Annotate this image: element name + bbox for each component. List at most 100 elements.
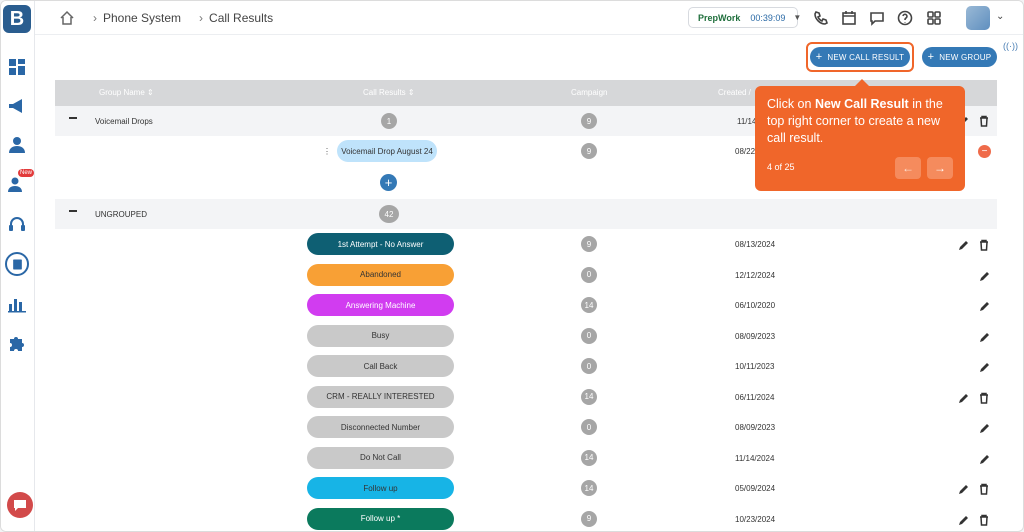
user-avatar[interactable] (966, 6, 990, 30)
edit-icon[interactable] (979, 330, 991, 342)
tour-prev-button[interactable]: ← (895, 157, 921, 179)
group-name: Voicemail Drops (95, 117, 153, 126)
table-row: CRM - REALLY INTERESTED 14 06/11/2024 (55, 381, 997, 412)
edit-icon[interactable] (958, 513, 970, 525)
integrations-puzzle-icon[interactable] (6, 332, 28, 354)
messages-icon[interactable] (869, 10, 885, 26)
help-icon[interactable] (897, 10, 913, 26)
collapse-icon[interactable] (69, 117, 77, 119)
sidebar: B New (1, 1, 35, 531)
megaphone-icon[interactable] (6, 95, 28, 117)
support-chat-button[interactable] (7, 492, 33, 518)
home-icon[interactable] (59, 10, 75, 26)
new-group-label: NEW GROUP (939, 52, 992, 62)
collapse-icon[interactable] (69, 210, 77, 212)
new-call-result-button[interactable]: + NEW CALL RESULT (810, 47, 910, 67)
apps-grid-icon[interactable] (926, 10, 942, 26)
call-result-pill[interactable]: Call Back (307, 355, 454, 377)
trash-icon[interactable] (978, 238, 990, 251)
call-result-pill[interactable]: Busy (307, 324, 454, 347)
dashboard-icon[interactable] (6, 56, 28, 78)
tour-next-button[interactable]: → (927, 157, 953, 179)
trash-icon[interactable] (978, 115, 990, 127)
campaign-count: 0 (581, 327, 597, 344)
campaign-count: 9 (581, 236, 597, 252)
chat-icon (14, 500, 26, 511)
agents-icon[interactable]: New (6, 169, 35, 195)
call-result-pill[interactable]: Disconnected Number (307, 416, 454, 438)
campaign-count: 9 (581, 510, 597, 527)
chevron-down-icon[interactable]: ⌄ (996, 11, 1004, 22)
contacts-icon[interactable] (6, 134, 28, 156)
call-result-pill[interactable]: Do Not Call (307, 446, 454, 469)
remove-icon[interactable]: − (978, 145, 991, 158)
headset-icon[interactable] (6, 213, 28, 235)
edit-icon[interactable] (958, 238, 970, 250)
created-date: 12/12/2024 (735, 270, 776, 280)
sort-icon: ⇕ (147, 88, 154, 97)
created-date: 11/14/2024 (735, 453, 775, 463)
created-date: 08/09/2023 (735, 331, 776, 341)
table-row: Abandoned 0 12/12/2024 (55, 259, 997, 290)
edit-icon[interactable] (979, 360, 991, 372)
campaign-count: 9 (581, 113, 597, 129)
campaign-count: 14 (581, 297, 597, 313)
table-row: Do Not Call 14 11/14/2024 (55, 442, 997, 473)
table-row: 1st Attempt - No Answer 9 08/13/2024 (55, 229, 997, 260)
status-name: PrepWork (698, 12, 741, 23)
call-result-pill[interactable]: Follow up * (307, 507, 454, 530)
table-row: Answering Machine 14 06/10/2020 (55, 290, 997, 321)
tour-tooltip: Click on New Call Result in the top righ… (755, 79, 965, 191)
call-result-pill[interactable]: 1st Attempt - No Answer (307, 233, 454, 255)
calendar-icon[interactable] (841, 10, 857, 26)
chevron-right-icon: › (199, 10, 204, 25)
created-date: 10/23/2024 (735, 514, 776, 524)
breadcrumb-phone-system[interactable]: Phone System (103, 11, 181, 25)
created-date: 06/10/2020 (735, 301, 776, 310)
app-logo[interactable]: B (3, 5, 31, 33)
edit-icon[interactable] (979, 299, 991, 311)
new-call-result-label: NEW CALL RESULT (827, 52, 905, 62)
sort-icon: ⇕ (407, 88, 415, 97)
created-date: 08/13/2024 (735, 240, 776, 249)
trash-icon[interactable] (978, 482, 990, 495)
campaign-count: 0 (581, 419, 597, 435)
call-result-pill[interactable]: Voicemail Drop August 24 (337, 140, 437, 162)
new-badge: New (18, 169, 35, 177)
phone-icon[interactable] (813, 10, 829, 26)
reports-chart-icon[interactable] (6, 293, 28, 315)
chevron-down-icon: ▼ (793, 13, 802, 22)
phone-system-icon[interactable] (5, 252, 29, 276)
trash-icon[interactable] (978, 513, 990, 526)
edit-icon[interactable] (979, 452, 991, 464)
edit-icon[interactable] (979, 421, 991, 433)
agent-status-dropdown[interactable]: PrepWork 00:39:09 ▼ (688, 7, 802, 28)
drag-handle-icon[interactable]: ⋮ (323, 147, 331, 156)
table-row: Call Back 0 10/11/2023 (55, 351, 997, 382)
call-result-pill[interactable]: CRM - REALLY INTERESTED (307, 385, 454, 408)
created-date: 08/09/2023 (735, 423, 776, 432)
edit-icon[interactable] (958, 482, 970, 494)
edit-icon[interactable] (979, 269, 991, 281)
tour-step-counter: 4 of 25 (767, 162, 795, 172)
created-date: 05/09/2024 (735, 484, 776, 493)
group-count: 1 (381, 113, 397, 129)
campaign-count: 14 (581, 388, 597, 405)
call-result-pill[interactable]: Abandoned (307, 263, 454, 286)
created-date: 08/22 (735, 147, 756, 156)
call-result-pill[interactable]: Follow up (307, 477, 454, 499)
group-row-ungrouped[interactable]: UNGROUPED 42 (55, 199, 997, 229)
header-call-results[interactable]: Call Results ⇕ (363, 88, 415, 97)
header-group-name[interactable]: Group Name ⇕ (99, 88, 154, 97)
new-group-button[interactable]: + NEW GROUP (922, 47, 997, 67)
table-row: Busy 0 08/09/2023 (55, 320, 997, 351)
chevron-right-icon: › (93, 10, 97, 25)
edit-icon[interactable] (958, 391, 970, 403)
add-to-group-button[interactable]: + (380, 174, 397, 191)
group-count: 42 (379, 205, 399, 223)
call-result-pill[interactable]: Answering Machine (307, 294, 454, 316)
campaign-count: 14 (581, 449, 597, 466)
plus-icon: + (815, 51, 823, 63)
trash-icon[interactable] (978, 391, 990, 404)
broadcast-icon[interactable]: ((·)) (1003, 41, 1018, 51)
